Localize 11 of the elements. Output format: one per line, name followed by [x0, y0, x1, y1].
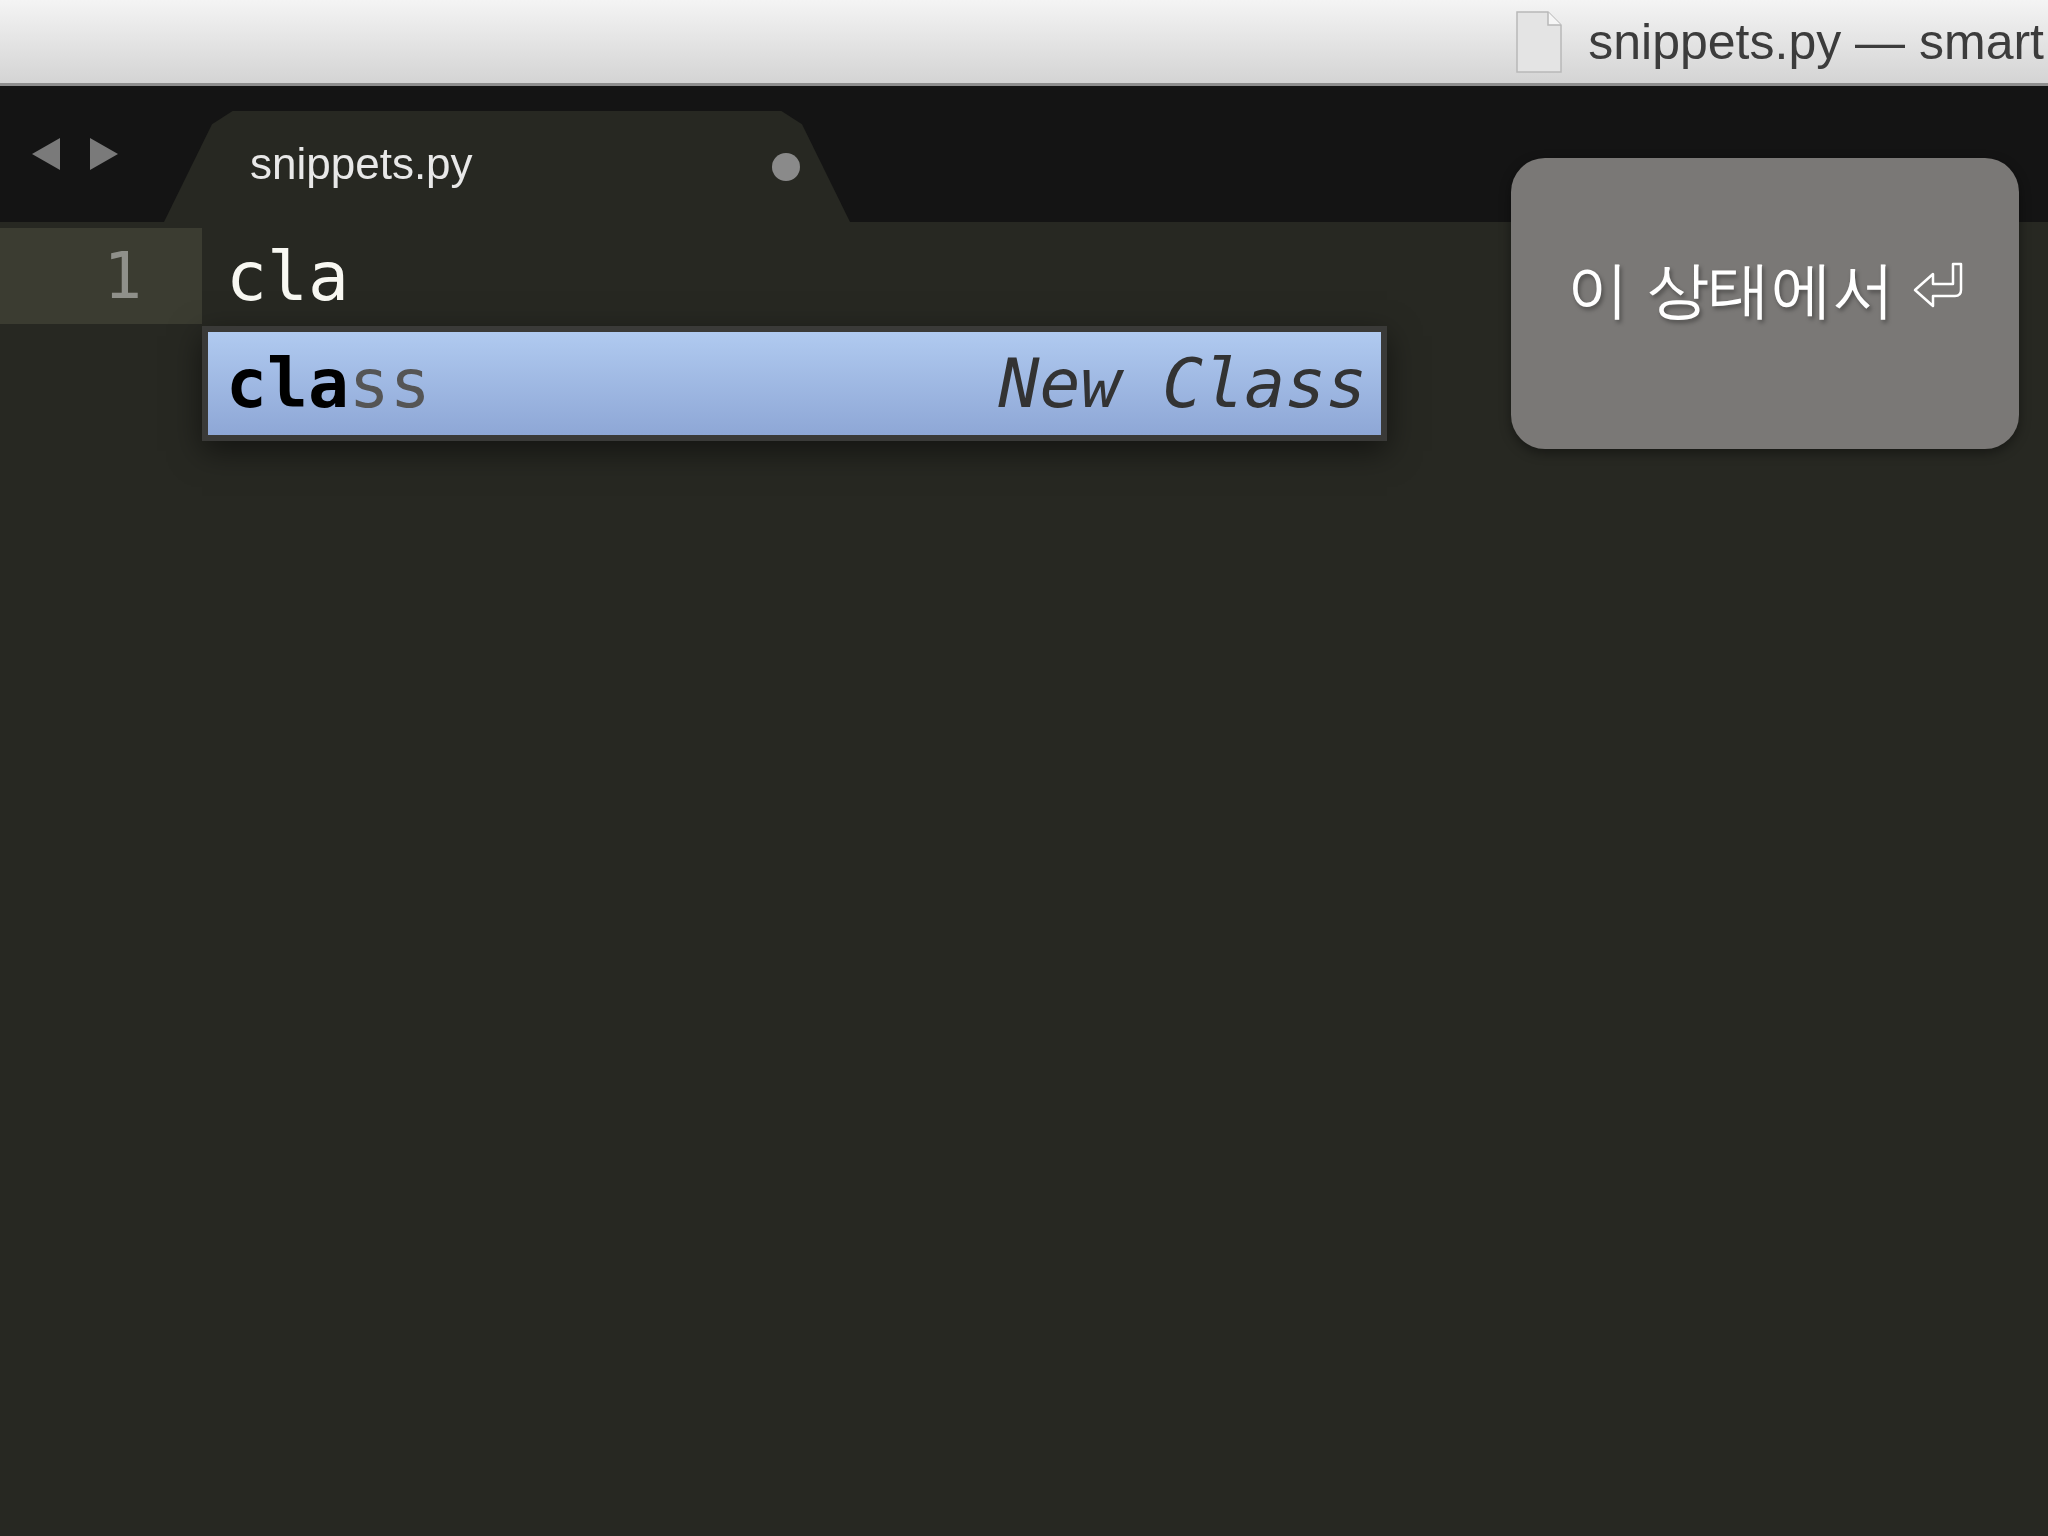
- tab[interactable]: snippets.py: [164, 111, 850, 222]
- forward-arrow-icon[interactable]: [88, 136, 120, 172]
- line-number: 1: [0, 228, 202, 324]
- window-title: snippets.py — smart: [1588, 12, 2044, 71]
- return-key-icon: [1912, 260, 1963, 310]
- back-arrow-icon[interactable]: [30, 136, 62, 172]
- document-icon: [1516, 10, 1563, 73]
- autocomplete-item[interactable]: class New Class: [208, 332, 1381, 435]
- modified-dot-icon: [772, 153, 800, 181]
- code-text: cla: [226, 236, 349, 316]
- annotation-text: 이 상태에서: [1567, 254, 1895, 326]
